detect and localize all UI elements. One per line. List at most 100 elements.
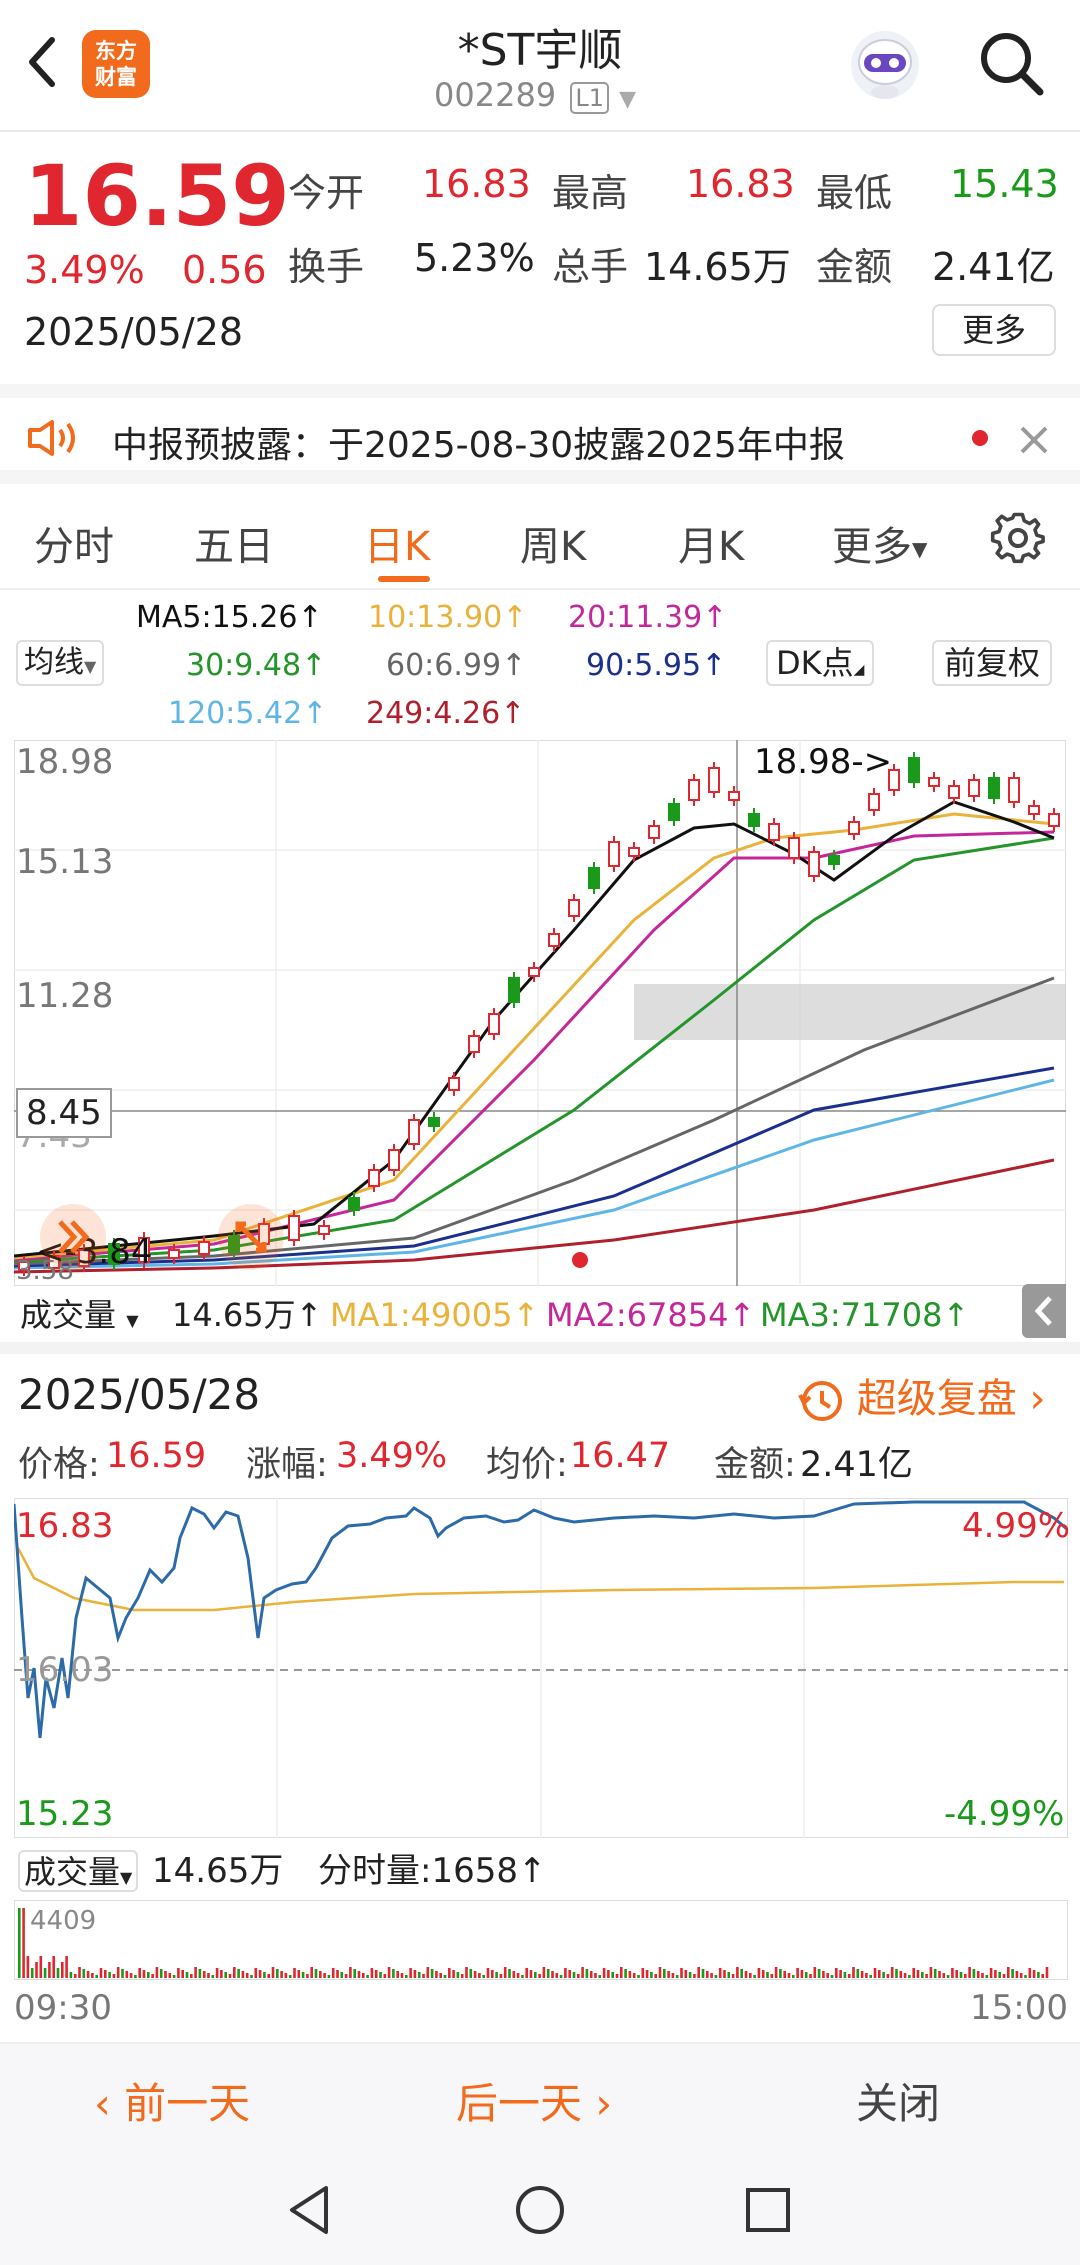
volume-bar — [503, 1967, 507, 1978]
volume-bar — [211, 1975, 215, 1978]
volume-bar — [366, 1975, 369, 1978]
volume-bar — [989, 1968, 993, 1978]
caret-down-icon: ▼ — [120, 1868, 133, 1887]
volume-bar — [207, 1973, 210, 1978]
candle-body — [288, 1215, 300, 1241]
search-icon[interactable] — [976, 28, 1046, 98]
candle-body — [318, 1225, 330, 1235]
tab-weekly-k[interactable]: 周K — [520, 514, 586, 572]
candle-body — [428, 1117, 440, 1127]
nav-recents-icon[interactable] — [744, 2186, 792, 2234]
volume-bar — [899, 1971, 903, 1978]
candle-body — [198, 1241, 210, 1255]
volume-bar — [546, 1969, 550, 1978]
adjust-button[interactable]: 前复权 — [932, 640, 1053, 686]
next-day-button[interactable]: 后一天 › — [456, 2070, 612, 2131]
volume-bar — [839, 1970, 842, 1978]
dk-point-button[interactable]: DK点◢ — [766, 640, 875, 686]
volume-bar — [26, 1956, 30, 1978]
candle-body — [1048, 813, 1060, 827]
ma249-value: 249:4.26↑ — [366, 696, 526, 731]
volume-bar — [878, 1970, 881, 1978]
volume-select-label: 成交量 — [20, 1296, 117, 1334]
volume-bar — [267, 1974, 270, 1978]
detail-chg: 3.49% — [336, 1436, 448, 1476]
volume-bar — [572, 1972, 576, 1978]
volume-bar — [1045, 1967, 1049, 1978]
volume-bar — [663, 1969, 666, 1978]
tab-monthly-k[interactable]: 月K — [678, 514, 744, 572]
more-button[interactable]: 更多 — [932, 304, 1056, 356]
detail-avg: 16.47 — [570, 1436, 671, 1476]
volume-bar — [443, 1975, 447, 1978]
volume-bar — [667, 1971, 670, 1978]
close-icon[interactable] — [1016, 422, 1052, 458]
tab-daily-k[interactable]: 日K — [364, 514, 430, 572]
volume-bar — [319, 1971, 322, 1978]
candle-body — [768, 823, 780, 841]
nav-home-icon[interactable] — [514, 2184, 566, 2236]
detail-stats: 价格: 16.59 涨幅: 3.49% 均价: 16.47 金额: 2.41亿 — [0, 1436, 1080, 1488]
volume-bar — [688, 1972, 692, 1978]
volume-bar — [336, 1970, 339, 1978]
volume-row: 成交量 ▼ 14.65万↑ MA1:49005↑ MA2:67854↑ MA3:… — [0, 1292, 1080, 1338]
double-chevron-icon[interactable] — [40, 1204, 106, 1270]
expand-arrows-icon[interactable] — [218, 1204, 284, 1270]
tab-more[interactable]: 更多▼ — [832, 514, 927, 572]
volume-bar — [164, 1971, 167, 1978]
volume-bar — [228, 1974, 232, 1978]
volume-bar — [452, 1970, 455, 1978]
footer-bar: ‹ 前一天 后一天 › 关闭 — [0, 2042, 1080, 2150]
volume-bar — [731, 1974, 735, 1978]
volume-bar — [542, 1967, 546, 1978]
tab-five-day[interactable]: 五日 — [194, 514, 274, 572]
volume-bar — [112, 1974, 116, 1978]
volume-label: 总手 — [552, 245, 629, 289]
volume-bar — [310, 1967, 313, 1978]
volume-bar — [766, 1972, 769, 1978]
candle-body — [448, 1077, 460, 1091]
candle-body — [788, 837, 800, 859]
volume-bar — [323, 1973, 326, 1978]
quote-date: 2025/05/28 — [24, 310, 244, 354]
intraday-chart[interactable] — [14, 1498, 1068, 1838]
volume-bar — [478, 1973, 481, 1978]
gear-icon[interactable] — [990, 510, 1046, 566]
volume-bar — [783, 1971, 786, 1978]
volume-bar — [658, 1967, 662, 1978]
volume-bar — [946, 1975, 950, 1978]
volume-bar — [873, 1968, 877, 1978]
volume-select[interactable]: 成交量 ▼ — [20, 1292, 139, 1344]
volume-bar — [198, 1969, 202, 1978]
detail-avg-label: 均价: — [486, 1445, 568, 1485]
volume-bar — [804, 1972, 808, 1978]
volume-bar — [890, 1967, 894, 1978]
tab-intraday[interactable]: 分时 — [34, 514, 114, 572]
stock-code[interactable]: 002289 L1 ▼ — [434, 76, 636, 114]
notice-bar[interactable]: 中报预披露：于2025-08-30披露2025年中报 — [0, 384, 1080, 484]
volume-bar — [994, 1970, 997, 1978]
volume-bar — [125, 1971, 129, 1978]
intraday-volume-select[interactable]: 成交量▼ — [18, 1850, 139, 1892]
volume-bar — [263, 1972, 266, 1978]
volume-bar — [435, 1971, 438, 1978]
volume-bar — [78, 1967, 81, 1978]
change-amount: 0.56 — [182, 248, 267, 292]
volume-bar — [293, 1968, 296, 1978]
prev-day-button[interactable]: ‹ 前一天 — [94, 2070, 250, 2131]
super-replay-button[interactable]: 超级复盘 › — [796, 1366, 1045, 1425]
detail-amt: 2.41亿 — [800, 1445, 913, 1485]
kline-max-annotation: 18.98-> — [754, 742, 893, 782]
chevron-left-icon: ‹ — [94, 2079, 125, 2128]
volume-bar — [723, 1970, 726, 1978]
kline-chart[interactable] — [14, 740, 1066, 1286]
robot-assistant-icon[interactable] — [846, 26, 924, 104]
intraday-volume-max: 4409 — [30, 1906, 97, 1936]
volume-bar — [577, 1974, 580, 1978]
nav-back-icon[interactable] — [286, 2184, 334, 2236]
volume-bar — [56, 1968, 60, 1978]
close-panel-button[interactable]: 关闭 — [856, 2070, 940, 2131]
ma-select[interactable]: 均线▼ — [16, 640, 105, 686]
active-tab-indicator — [378, 576, 430, 582]
volume-bar — [181, 1970, 184, 1978]
